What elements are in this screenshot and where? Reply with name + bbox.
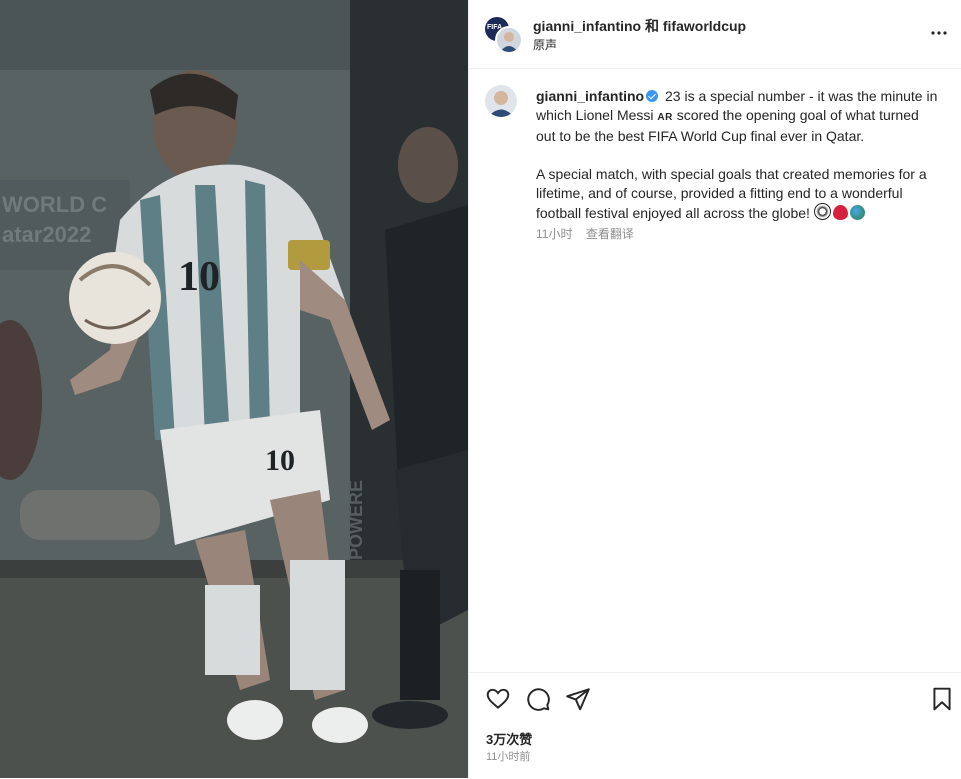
soccer-ball-icon <box>813 203 831 220</box>
argentina-flag-icon: AR <box>657 112 673 123</box>
caption-meta: 11小时 查看翻译 <box>536 225 644 242</box>
post-author[interactable]: gianni_infantino 和 fifaworldcup <box>533 16 746 36</box>
caption-time: 11小时 <box>536 227 573 241</box>
post-header: FIFA gianni_infantino 和 fifaworldcup 原声 <box>469 0 961 69</box>
globe-icon <box>849 205 865 220</box>
banner-text-2: atar2022 <box>2 222 91 247</box>
board-text: POWERE <box>346 480 366 560</box>
caption-username[interactable]: gianni_infantino <box>536 88 644 104</box>
author-avatar[interactable] <box>495 26 523 54</box>
post-time: 11小时前 <box>486 751 531 763</box>
caption-avatar[interactable] <box>485 85 517 117</box>
banner-text: WORLD C <box>2 192 107 217</box>
jersey-number: 10 <box>178 254 220 300</box>
post-caption: gianni_infantino 23 is a special number … <box>536 87 941 223</box>
like-count[interactable]: 3万次赞 <box>486 729 532 748</box>
caption-text-3: A special match, with special goals that… <box>536 166 927 221</box>
shorts-number: 10 <box>265 444 295 477</box>
see-translation-link[interactable]: 查看翻译 <box>586 227 634 241</box>
heart-icon[interactable] <box>485 686 511 712</box>
collab-avatars[interactable]: FIFA <box>485 17 523 54</box>
action-bar: 3万次赞 11小时前 <box>469 672 961 779</box>
post-image: WORLD C atar2022 POWERE 10 10 <box>0 0 468 778</box>
more-icon[interactable] <box>927 23 951 47</box>
audio-label[interactable]: 原声 <box>533 36 557 53</box>
share-icon[interactable] <box>565 686 591 712</box>
red-heart-icon <box>832 205 848 220</box>
comment-icon[interactable] <box>525 686 551 712</box>
bookmark-icon[interactable] <box>929 686 955 712</box>
post-panel: FIFA gianni_infantino 和 fifaworldcup 原声 … <box>468 0 961 778</box>
messi-photo: WORLD C atar2022 POWERE 10 10 <box>0 0 468 778</box>
verified-icon <box>646 90 659 102</box>
